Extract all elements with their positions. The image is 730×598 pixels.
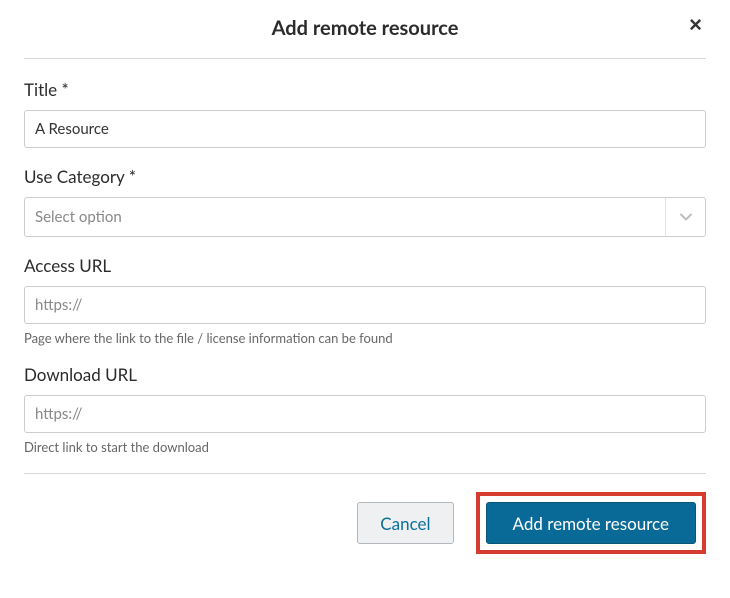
use-category-field: Use Category * Select option xyxy=(24,166,706,237)
select-arrow-box xyxy=(665,198,705,236)
add-remote-resource-button[interactable]: Add remote resource xyxy=(486,502,696,544)
cancel-button[interactable]: Cancel xyxy=(357,502,453,544)
modal-footer: Cancel Add remote resource xyxy=(24,492,706,554)
use-category-placeholder: Select option xyxy=(35,208,665,226)
download-url-input[interactable] xyxy=(24,395,706,433)
download-url-help: Direct link to start the download xyxy=(24,439,706,455)
download-url-label: Download URL xyxy=(24,364,706,385)
use-category-label: Use Category * xyxy=(24,166,706,187)
access-url-help: Page where the link to the file / licens… xyxy=(24,330,706,346)
divider xyxy=(24,473,706,474)
access-url-label: Access URL xyxy=(24,255,706,276)
chevron-down-icon xyxy=(680,211,692,223)
highlight-frame: Add remote resource xyxy=(476,492,706,554)
title-label: Title * xyxy=(24,79,706,100)
modal-title: Add remote resource xyxy=(272,16,459,40)
modal-header: Add remote resource × xyxy=(24,12,706,58)
use-category-select[interactable]: Select option xyxy=(24,197,706,237)
access-url-input[interactable] xyxy=(24,286,706,324)
title-input[interactable] xyxy=(24,110,706,148)
access-url-field: Access URL Page where the link to the fi… xyxy=(24,255,706,346)
download-url-field: Download URL Direct link to start the do… xyxy=(24,364,706,455)
add-remote-resource-modal: Add remote resource × Title * Use Catego… xyxy=(0,0,730,574)
close-icon[interactable]: × xyxy=(685,10,706,40)
title-field: Title * xyxy=(24,79,706,148)
divider xyxy=(24,58,706,59)
